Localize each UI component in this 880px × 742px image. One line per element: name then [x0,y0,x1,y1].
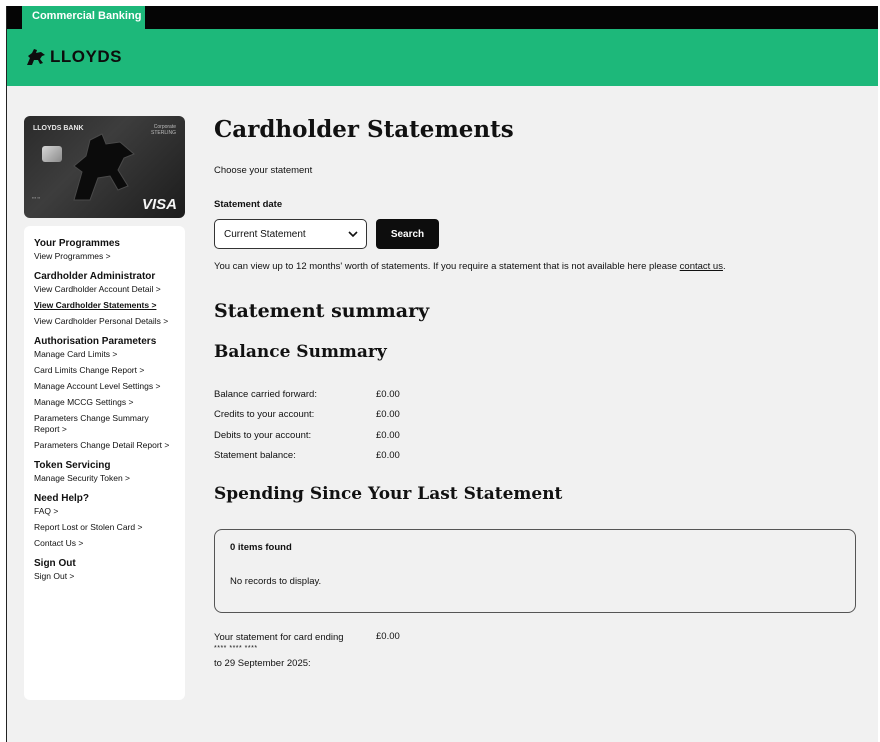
brand-bar: LLOYDS [7,29,878,86]
sidebar-link[interactable]: Report Lost or Stolen Card > [34,522,175,533]
balance-label: Statement balance: [214,450,296,462]
statement-summary-heading: Statement summary [214,300,430,322]
card-type-line2: STERLING [150,130,176,136]
horse-icon [73,133,135,201]
sidebar-link[interactable]: FAQ > [34,506,175,517]
nav-group: Authorisation Parameters Manage Card Limi… [34,336,175,451]
sidebar-link[interactable]: View Cardholder Personal Details > [34,316,175,327]
nav-heading: Your Programmes [34,238,120,249]
statement-date-select[interactable]: Current Statement [214,219,367,249]
results-empty-message: No records to display. [230,576,322,587]
card-image: LLOYDS BANK Corporate STERLING ▪▪▪ ▪▪ VI… [24,116,185,218]
search-button[interactable]: Search [376,219,439,249]
info-text: You can view up to 12 months' worth of s… [214,261,874,272]
balance-value: £0.00 [376,409,400,421]
sidebar-link[interactable]: Parameters Change Summary Report > [34,413,175,435]
sidebar-link[interactable]: Sign Out > [34,571,175,582]
page-title: Cardholder Statements [214,116,514,143]
nav-group: Need Help? FAQ > Report Lost or Stolen Car… [34,493,175,549]
chevron-down-icon [348,230,358,237]
statement-card-summary: Your statement for card ending **** ****… [214,631,874,671]
sidebar-link[interactable]: View Cardholder Statements > [34,300,175,311]
sidebar-link[interactable]: Manage Card Limits > [34,349,175,360]
nav-group: Your Programmes View Programmes > [34,238,175,262]
nav-heading: Need Help? [34,493,90,504]
commercial-banking-tab[interactable]: Commercial Banking [22,6,145,29]
statement-date-label: Statement date [214,199,283,210]
sidebar-link[interactable]: Manage MCCG Settings > [34,397,175,408]
balance-label: Balance carried forward: [214,388,317,400]
statement-period: to 29 September 2025: [214,658,311,669]
balance-label: Credits to your account: [214,409,315,421]
balance-value: £0.00 [376,388,400,400]
page-subtitle: Choose your statement [214,165,313,176]
sidebar-link[interactable]: Contact Us > [34,538,175,549]
nav-heading: Cardholder Administrator [34,271,156,282]
lloyds-logo[interactable]: LLOYDS [25,47,122,67]
statement-card-value: £0.00 [376,631,400,642]
balance-row: Balance carried forward: £0.00 [214,384,874,405]
nav-heading: Authorisation Parameters [34,336,157,347]
balance-row: Debits to your account: £0.00 [214,425,874,446]
balance-value: £0.00 [376,450,400,462]
sidebar-link[interactable]: View Cardholder Account Detail > [34,284,175,295]
statement-form: Current Statement Search [214,219,874,249]
spending-heading: Spending Since Your Last Statement [214,484,563,504]
statement-card-label: Your statement for card ending [214,632,344,643]
info-text-body: You can view up to 12 months' worth of s… [214,261,680,272]
browser-frame: Commercial Banking LLOYDS LLOYDS BANK Co… [6,6,878,742]
info-text-end: . [722,261,726,272]
balance-summary: Balance carried forward: £0.00 Credits to … [214,384,874,466]
contact-us-link[interactable]: contact us [680,261,723,272]
results-count: 0 items found [230,542,292,553]
card-network: VISA [141,196,177,213]
balance-summary-heading: Balance Summary [214,342,387,362]
card-small-print: ▪▪▪ ▪▪ [32,195,41,200]
nav-group: Cardholder Administrator View Cardholder … [34,271,175,327]
top-bar: Commercial Banking [7,6,878,29]
sidebar-nav: Your Programmes View Programmes > Cardhold… [24,226,185,700]
sidebar-link[interactable]: Manage Account Level Settings > [34,381,175,392]
statement-date-value: Current Statement [224,228,306,240]
statement-card-label-block: Your statement for card ending **** ****… [214,631,376,671]
card-type: Corporate STERLING [146,124,176,136]
masked-card-number: **** **** **** [214,645,258,652]
balance-value: £0.00 [376,429,400,441]
sidebar-link[interactable]: View Programmes > [34,251,175,262]
main-content: Cardholder Statements Choose your statem… [214,116,874,671]
nav-heading: Token Servicing [34,460,111,471]
horse-icon [27,49,45,65]
nav-group: Token Servicing Manage Security Token > [34,460,175,484]
sidebar-link[interactable]: Parameters Change Detail Report > [34,440,175,451]
sidebar: LLOYDS BANK Corporate STERLING ▪▪▪ ▪▪ VI… [24,116,185,700]
sidebar-link[interactable]: Card Limits Change Report > [34,365,175,376]
balance-row: Credits to your account: £0.00 [214,405,874,426]
sidebar-link[interactable]: Manage Security Token > [34,473,175,484]
brand-name: LLOYDS [50,47,122,66]
nav-heading: Sign Out [34,558,76,569]
chip-icon [42,146,62,162]
balance-row: Statement balance: £0.00 [214,446,874,467]
nav-group: Sign Out Sign Out > [34,558,175,582]
results-panel: 0 items found No records to display. [214,529,856,613]
balance-label: Debits to your account: [214,429,312,441]
